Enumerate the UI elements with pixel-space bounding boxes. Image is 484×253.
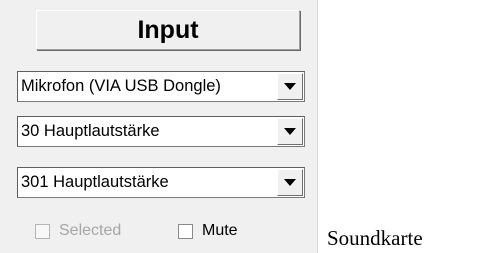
channel-select-2-dropdown-button[interactable]: [277, 169, 303, 196]
mute-checkbox-label: Mute: [202, 222, 238, 239]
mute-checkbox[interactable]: [178, 223, 193, 239]
selected-checkbox[interactable]: [35, 223, 50, 239]
channel-select-2-value: 301 Hauptlautstärke: [21, 173, 169, 191]
mute-checkbox-group: Mute: [178, 222, 238, 240]
channel-select-1-value: 30 Hauptlautstärke: [21, 122, 160, 140]
chevron-down-icon: [284, 83, 296, 90]
device-select-value: Mikrofon (VIA USB Dongle): [21, 77, 221, 95]
channel-select-1[interactable]: 30 Hauptlautstärke: [17, 116, 305, 147]
channel-select-2[interactable]: 301 Hauptlautstärke: [17, 167, 305, 198]
chevron-down-icon: [284, 179, 296, 186]
selected-checkbox-label: Selected: [59, 222, 122, 239]
input-button[interactable]: Input: [36, 10, 300, 50]
device-select[interactable]: Mikrofon (VIA USB Dongle): [17, 71, 305, 102]
chevron-down-icon: [284, 128, 296, 135]
input-panel: Input Mikrofon (VIA USB Dongle) 30 Haupt…: [0, 0, 318, 253]
selected-checkbox-group: Selected: [35, 222, 121, 240]
channel-select-1-dropdown-button[interactable]: [277, 118, 303, 145]
device-select-dropdown-button[interactable]: [277, 73, 303, 100]
soundkarte-caption: Soundkarte: [327, 226, 423, 250]
